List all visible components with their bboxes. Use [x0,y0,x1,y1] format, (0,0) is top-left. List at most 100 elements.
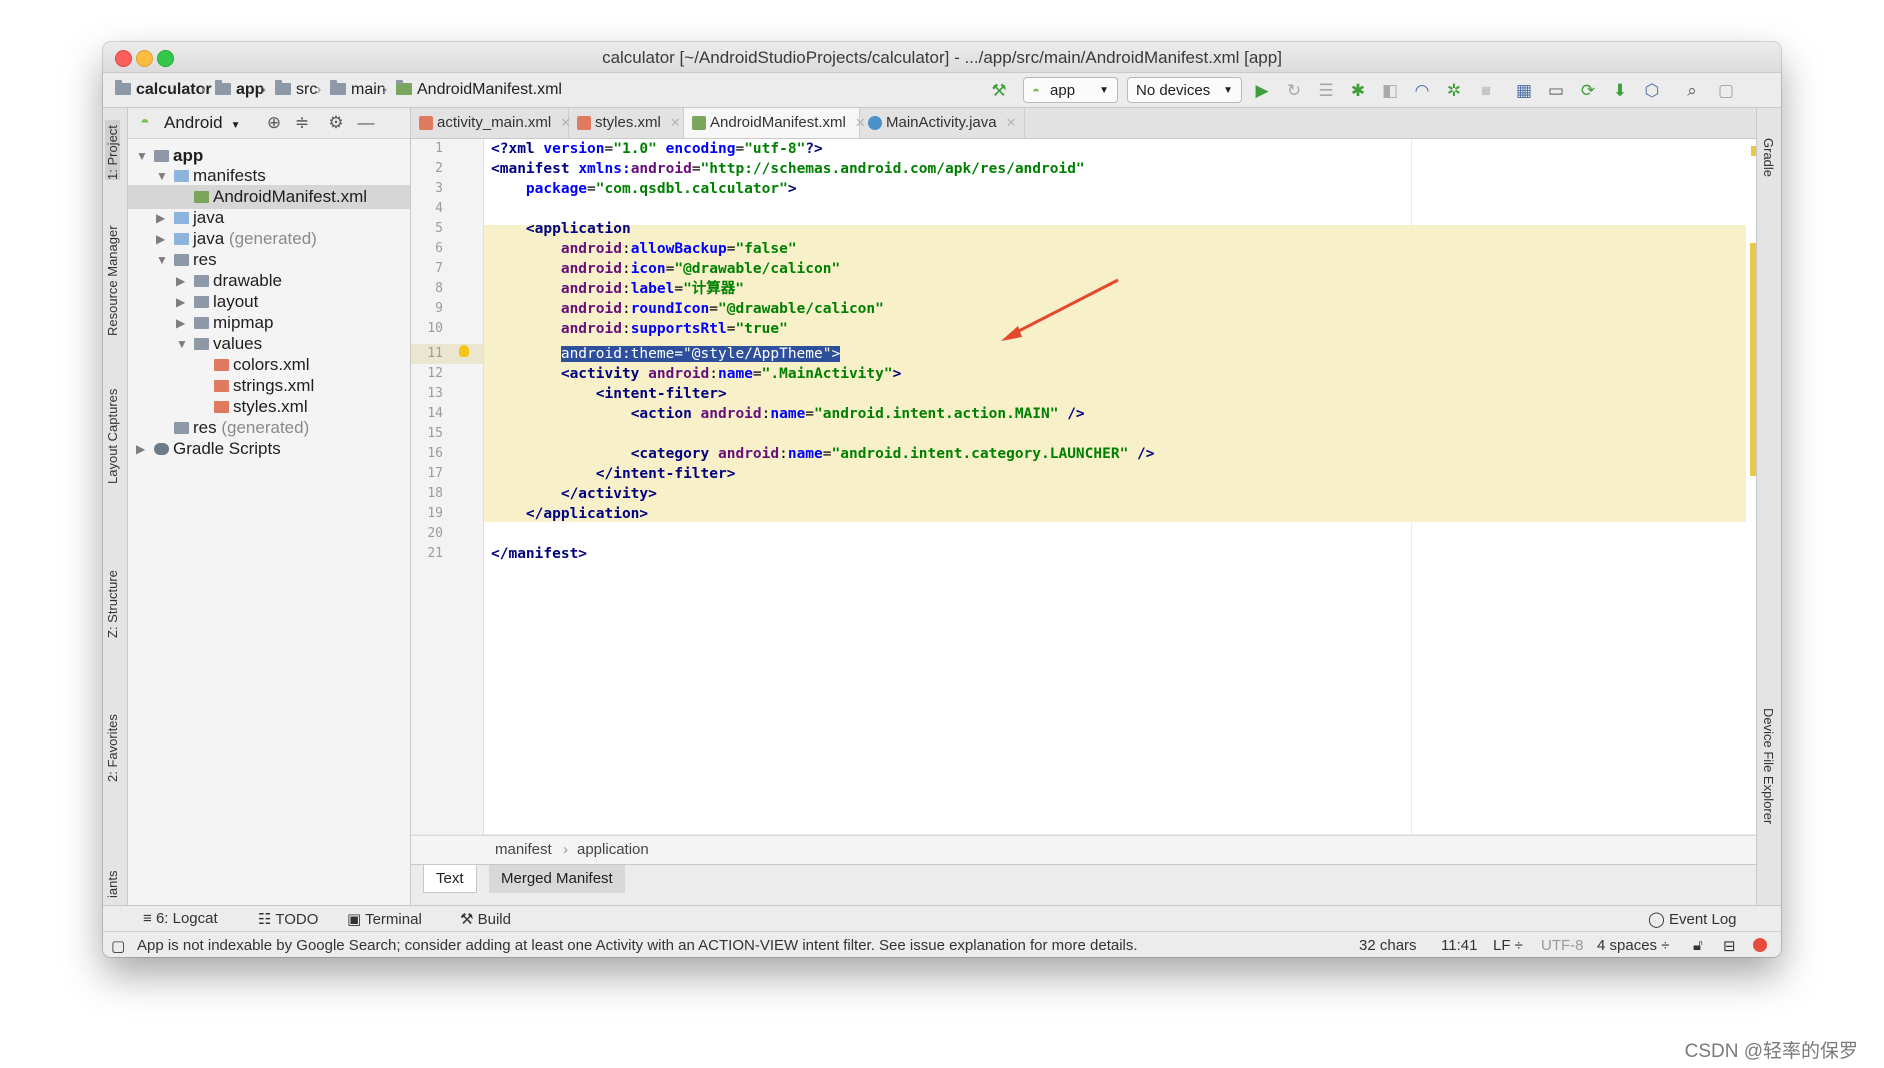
close-icon[interactable]: ✕ [1006,115,1017,130]
breadcrumb-application[interactable]: application [577,836,649,864]
tool-build[interactable]: ⚒ Build [460,910,511,928]
tool-tab-layout-captures[interactable]: Layout Captures [105,384,120,484]
search-icon[interactable]: ⌕ [1683,82,1701,100]
tool-tab-device-file-explorer[interactable]: Device File Explorer [1761,708,1776,824]
tool-tab-gradle[interactable]: Gradle [1761,138,1776,177]
tab-mainactivity[interactable]: MainActivity.java ✕ [860,108,1025,138]
tab-styles[interactable]: styles.xml ✕ [569,108,684,138]
project-structure-icon[interactable]: ▦ [1515,82,1533,100]
lock-icon[interactable]: 🔓︎ [1693,937,1703,954]
folder-icon [174,170,189,182]
memory-indicator-icon[interactable]: ⊟ [1723,937,1736,955]
line-separator[interactable]: LF ÷ [1493,937,1523,954]
folder-icon [194,317,209,329]
locate-icon[interactable]: ⊕ [265,114,283,132]
stop-icon[interactable]: ■ [1477,82,1495,100]
editor-mode-tabs: Text Merged Manifest [411,864,1756,895]
window-title: calculator [~/AndroidStudioProjects/calc… [602,48,1282,67]
logcat-icon: ≡ [143,910,152,927]
hide-panel-icon[interactable]: — [357,114,375,132]
right-tool-stripe: Gradle Device File Explorer [1756,108,1781,905]
caret-position[interactable]: 11:41 [1441,937,1477,954]
indent-setting[interactable]: 4 spaces ÷ [1597,937,1669,954]
folder-icon [194,338,209,350]
editor-tabs: activity_main.xml ✕ styles.xml ✕ AndroidMa… [411,108,1756,139]
title-bar: calculator [~/AndroidStudioProjects/calc… [103,42,1781,73]
chevron-right-icon: › [382,81,388,98]
xml-file-icon [577,116,591,130]
project-view-select[interactable]: Android ▼ [164,113,241,133]
sync-gradle-icon[interactable]: ⟳ [1579,82,1597,100]
hammer-icon[interactable]: ⚒ [990,82,1008,100]
annotation-arrow [1001,278,1119,341]
code-editor[interactable]: 1 2 3 4 5 6 7 8 9 10 11 12 13 14 15 16 1… [411,139,1761,834]
manifest-file-icon [396,80,412,95]
collapse-all-icon[interactable]: ≑ [293,114,311,132]
module-icon [154,150,169,162]
tool-event-log[interactable]: ◯ Event Log [1648,910,1737,928]
tab-androidmanifest[interactable]: AndroidManifest.xml ✕ [684,108,866,138]
tool-tab-build-variants[interactable]: iants [105,862,120,898]
folder-icon [330,80,346,95]
error-icon[interactable] [1753,938,1767,952]
tool-todo[interactable]: ☷ TODO [258,910,318,928]
folder-icon [174,212,189,224]
chevron-right-icon: › [563,841,568,858]
folder-icon [275,80,291,95]
sdk-manager-icon[interactable]: ⬇ [1611,82,1629,100]
manifest-file-icon [194,191,209,203]
tab-text[interactable]: Text [423,865,477,893]
layout-inspector-icon[interactable]: ⬡ [1643,82,1661,100]
tool-tab-project[interactable]: 1: Project [105,120,120,180]
tool-terminal[interactable]: ▣ Terminal [347,910,422,928]
folder-icon [115,80,131,95]
tool-tab-resource-manager[interactable]: Resource Manager [105,224,120,336]
folder-icon [174,422,189,434]
tree-item-gradle-scripts[interactable]: ▶ Gradle Scripts [128,437,410,461]
left-tool-stripe: 1: Project Resource Manager Layout Captu… [103,108,128,905]
tool-logcat[interactable]: ≡ 6: Logcat [143,910,218,927]
breadcrumb-src[interactable]: src [275,80,317,99]
run-icon[interactable]: ▶ [1253,82,1271,100]
terminal-icon: ▣ [347,911,362,928]
device-select[interactable]: No devices ▼ [1127,77,1242,103]
tab-activity-main[interactable]: activity_main.xml ✕ [411,108,571,138]
coverage-icon[interactable]: ◧ [1381,82,1399,100]
chevron-right-icon: › [316,81,322,98]
dropdown-arrow-icon: ▼ [1099,85,1109,96]
tool-window-bar: ≡ 6: Logcat ☷ TODO ▣ Terminal ⚒ Build ◯ … [103,905,1781,932]
xml-file-icon [214,380,229,392]
gear-icon[interactable]: ⚙ [327,114,345,132]
project-panel: ◓ Android ▼ ⊕ ≑ ⚙ — ▼ app ▼ manifests And… [128,108,411,905]
debug-icon[interactable]: ✱ [1349,82,1367,100]
hammer-icon: ⚒ [460,911,474,928]
tool-tab-favorites[interactable]: 2: Favorites [105,698,120,782]
status-message[interactable]: App is not indexable by Google Search; c… [137,937,1138,954]
folder-icon [194,296,209,308]
close-icon[interactable]: ✕ [670,115,681,130]
folder-icon [215,80,231,95]
attach-debugger-icon[interactable]: ✲ [1445,82,1463,100]
tool-tab-structure[interactable]: Z: Structure [105,558,120,638]
breadcrumb-manifest[interactable]: manifest [495,836,552,864]
apply-code-icon[interactable]: ☰ [1317,82,1335,100]
profile-icon[interactable]: ◠ [1413,82,1431,100]
breadcrumb-file[interactable]: AndroidManifest.xml [396,80,562,99]
structure-breadcrumb: manifest › application [411,835,1756,864]
run-config-select[interactable]: ◓ app ▼ [1023,77,1118,103]
panel-toggle-icon[interactable]: ▢ [111,937,125,955]
user-icon[interactable]: ▢ [1717,82,1735,100]
xml-file-icon [214,401,229,413]
tab-merged-manifest[interactable]: Merged Manifest [489,865,625,893]
folder-icon [174,254,189,266]
breadcrumb-app[interactable]: app [215,80,264,99]
status-bar: ▢ App is not indexable by Google Search;… [103,931,1781,957]
xml-file-icon [214,359,229,371]
file-encoding[interactable]: UTF-8 [1541,937,1584,954]
watermark: CSDN @轻率的保罗 [1684,1041,1858,1062]
breadcrumb-main[interactable]: main [330,80,386,99]
breadcrumb-project[interactable]: calculator [115,80,212,99]
avd-manager-icon[interactable]: ▭ [1547,82,1565,100]
apply-changes-icon[interactable]: ↻ [1285,82,1303,100]
gradle-icon [154,443,169,455]
